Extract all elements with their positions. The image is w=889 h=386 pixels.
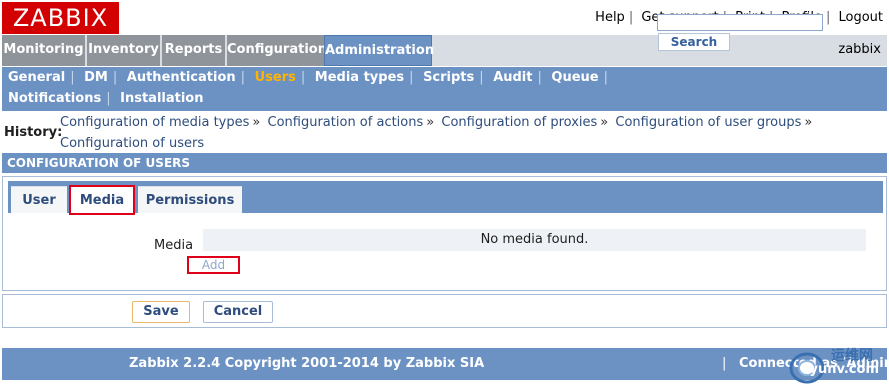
submenu-dm[interactable]: DM <box>84 70 108 85</box>
search-input[interactable] <box>657 14 823 31</box>
link-separator: | <box>825 10 831 25</box>
history-separator: » <box>426 115 435 130</box>
menu-configuration[interactable]: Configuration <box>227 35 327 66</box>
submenu-separator: | <box>70 70 75 85</box>
submenu-separator: | <box>479 70 484 85</box>
cancel-button[interactable]: Cancel <box>203 301 273 323</box>
history-users[interactable]: Configuration of users <box>60 136 204 151</box>
zabbix-logo[interactable]: ZABBIX <box>2 2 119 34</box>
history-proxies[interactable]: Configuration of proxies <box>441 115 597 130</box>
submenu-installation[interactable]: Installation <box>120 91 203 106</box>
tab-bar: User Media Permissions <box>8 181 883 215</box>
tab-media-label: Media <box>79 193 125 208</box>
main-menu: Monitoring Inventory Reports Configurati… <box>2 35 887 66</box>
submenu-separator: | <box>112 70 118 85</box>
submenu-separator: | <box>409 70 414 85</box>
history-separator: » <box>804 115 813 130</box>
logout-link[interactable]: Logout <box>838 10 883 25</box>
submenu-users[interactable]: Users <box>255 70 296 85</box>
tab-permissions[interactable]: Permissions <box>138 186 242 213</box>
section-title: CONFIGURATION OF USERS <box>2 153 887 173</box>
link-separator: | <box>628 10 634 25</box>
menu-monitoring[interactable]: Monitoring <box>2 35 85 66</box>
copyright-text: Zabbix 2.2.4 Copyright 2001-2014 by Zabb… <box>129 356 485 371</box>
submenu-authentication[interactable]: Authentication <box>127 70 236 85</box>
media-table-empty: No media found. <box>203 229 866 251</box>
submenu-media-types[interactable]: Media types <box>315 70 404 85</box>
add-media-link[interactable]: Add <box>187 256 240 274</box>
history-label: History: <box>4 125 63 140</box>
submenu-notifications[interactable]: Notifications <box>8 91 101 106</box>
save-button[interactable]: Save <box>132 301 190 323</box>
history-separator: » <box>600 115 609 130</box>
submenu-general[interactable]: General <box>8 70 65 85</box>
menu-reports[interactable]: Reports <box>162 35 225 66</box>
user-form: User Media Permissions Media No media fo… <box>2 176 887 291</box>
sub-menu-row-1: General | DM | Authentication | Users | Medi… <box>8 70 613 85</box>
sub-menu: General | DM | Authentication | Users | Medi… <box>2 67 887 111</box>
tab-user[interactable]: User <box>11 186 67 213</box>
submenu-separator: | <box>603 70 608 85</box>
history-separator: » <box>252 115 261 130</box>
submenu-queue[interactable]: Queue <box>551 70 598 85</box>
current-user: zabbix <box>838 42 881 57</box>
submenu-separator: | <box>537 70 542 85</box>
history-media-types[interactable]: Configuration of media types <box>60 115 249 130</box>
form-buttons: Save Cancel <box>2 294 887 328</box>
search-button[interactable]: Search <box>658 33 730 51</box>
submenu-separator: | <box>300 70 306 85</box>
help-link[interactable]: Help <box>595 10 625 25</box>
sub-menu-row-2: Notifications | Installation <box>8 91 203 106</box>
footer: Zabbix 2.2.4 Copyright 2001-2014 by Zabb… <box>2 348 889 380</box>
watermark-text-en: iyunv.com <box>805 362 879 377</box>
footer-separator: | <box>722 356 727 371</box>
menu-administration[interactable]: Administration <box>324 35 434 66</box>
submenu-scripts[interactable]: Scripts <box>423 70 474 85</box>
submenu-separator: | <box>106 91 111 106</box>
tab-media[interactable]: Media <box>69 185 135 215</box>
history-user-groups[interactable]: Configuration of user groups <box>615 115 801 130</box>
submenu-separator: | <box>240 70 246 85</box>
history-links: Configuration of media types» Configurat… <box>60 112 889 154</box>
history-actions[interactable]: Configuration of actions <box>268 115 424 130</box>
submenu-audit[interactable]: Audit <box>493 70 532 85</box>
menu-inventory[interactable]: Inventory <box>87 35 160 66</box>
media-label: Media <box>154 238 194 253</box>
